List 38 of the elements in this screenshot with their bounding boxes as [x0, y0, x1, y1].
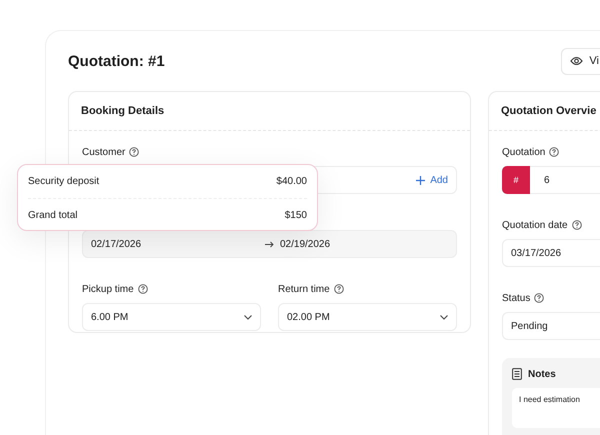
field-label: Customer	[82, 146, 126, 158]
chevron-icon	[244, 314, 252, 320]
help-icon	[572, 220, 582, 230]
input-field[interactable]: Pending	[502, 312, 600, 340]
field-label: Return time	[278, 284, 330, 294]
eye-icon	[570, 56, 584, 66]
summary-label: Grand total	[28, 210, 78, 221]
input-field[interactable]: 03/17/2026	[502, 239, 600, 267]
arrow-icon	[265, 240, 274, 248]
field-label: Quotation date	[502, 220, 568, 230]
prefix-badge: #	[502, 166, 530, 194]
chevron-icon	[440, 314, 448, 320]
summary-label: Security deposit	[28, 176, 100, 187]
time-select[interactable]: 02.00 PM	[278, 303, 457, 331]
summary-value: $40.00	[276, 176, 307, 187]
help-icon	[534, 293, 544, 303]
help-icon	[334, 284, 344, 294]
help-icon	[129, 147, 140, 157]
plus-icon	[416, 176, 426, 184]
field-label: Pickup time	[82, 284, 134, 294]
field-label: Status	[502, 292, 530, 304]
input-field[interactable]: 6	[530, 166, 600, 194]
add-link[interactable]: Add	[416, 174, 448, 186]
panel-title: Quotation Overvie	[501, 105, 596, 117]
field-label: Quotation	[502, 146, 546, 158]
document-icon	[512, 368, 522, 380]
time-select[interactable]: 6.00 PM	[82, 303, 261, 331]
start-date: 02/17/2026	[91, 238, 142, 250]
notes-title: Notes	[528, 368, 556, 380]
help-icon	[549, 147, 560, 157]
page-title: Quotation: #1	[68, 52, 165, 70]
panel-title: Booking Details	[81, 105, 164, 117]
notes-field[interactable]: I need estimation	[512, 388, 600, 428]
help-icon	[138, 284, 148, 294]
view-button[interactable]: Vi	[561, 48, 600, 74]
end-date: 02/19/2026	[280, 238, 332, 250]
summary-value: $150	[284, 210, 307, 221]
date-range-field[interactable]: 02/17/2026 02/19/2026	[82, 230, 457, 258]
